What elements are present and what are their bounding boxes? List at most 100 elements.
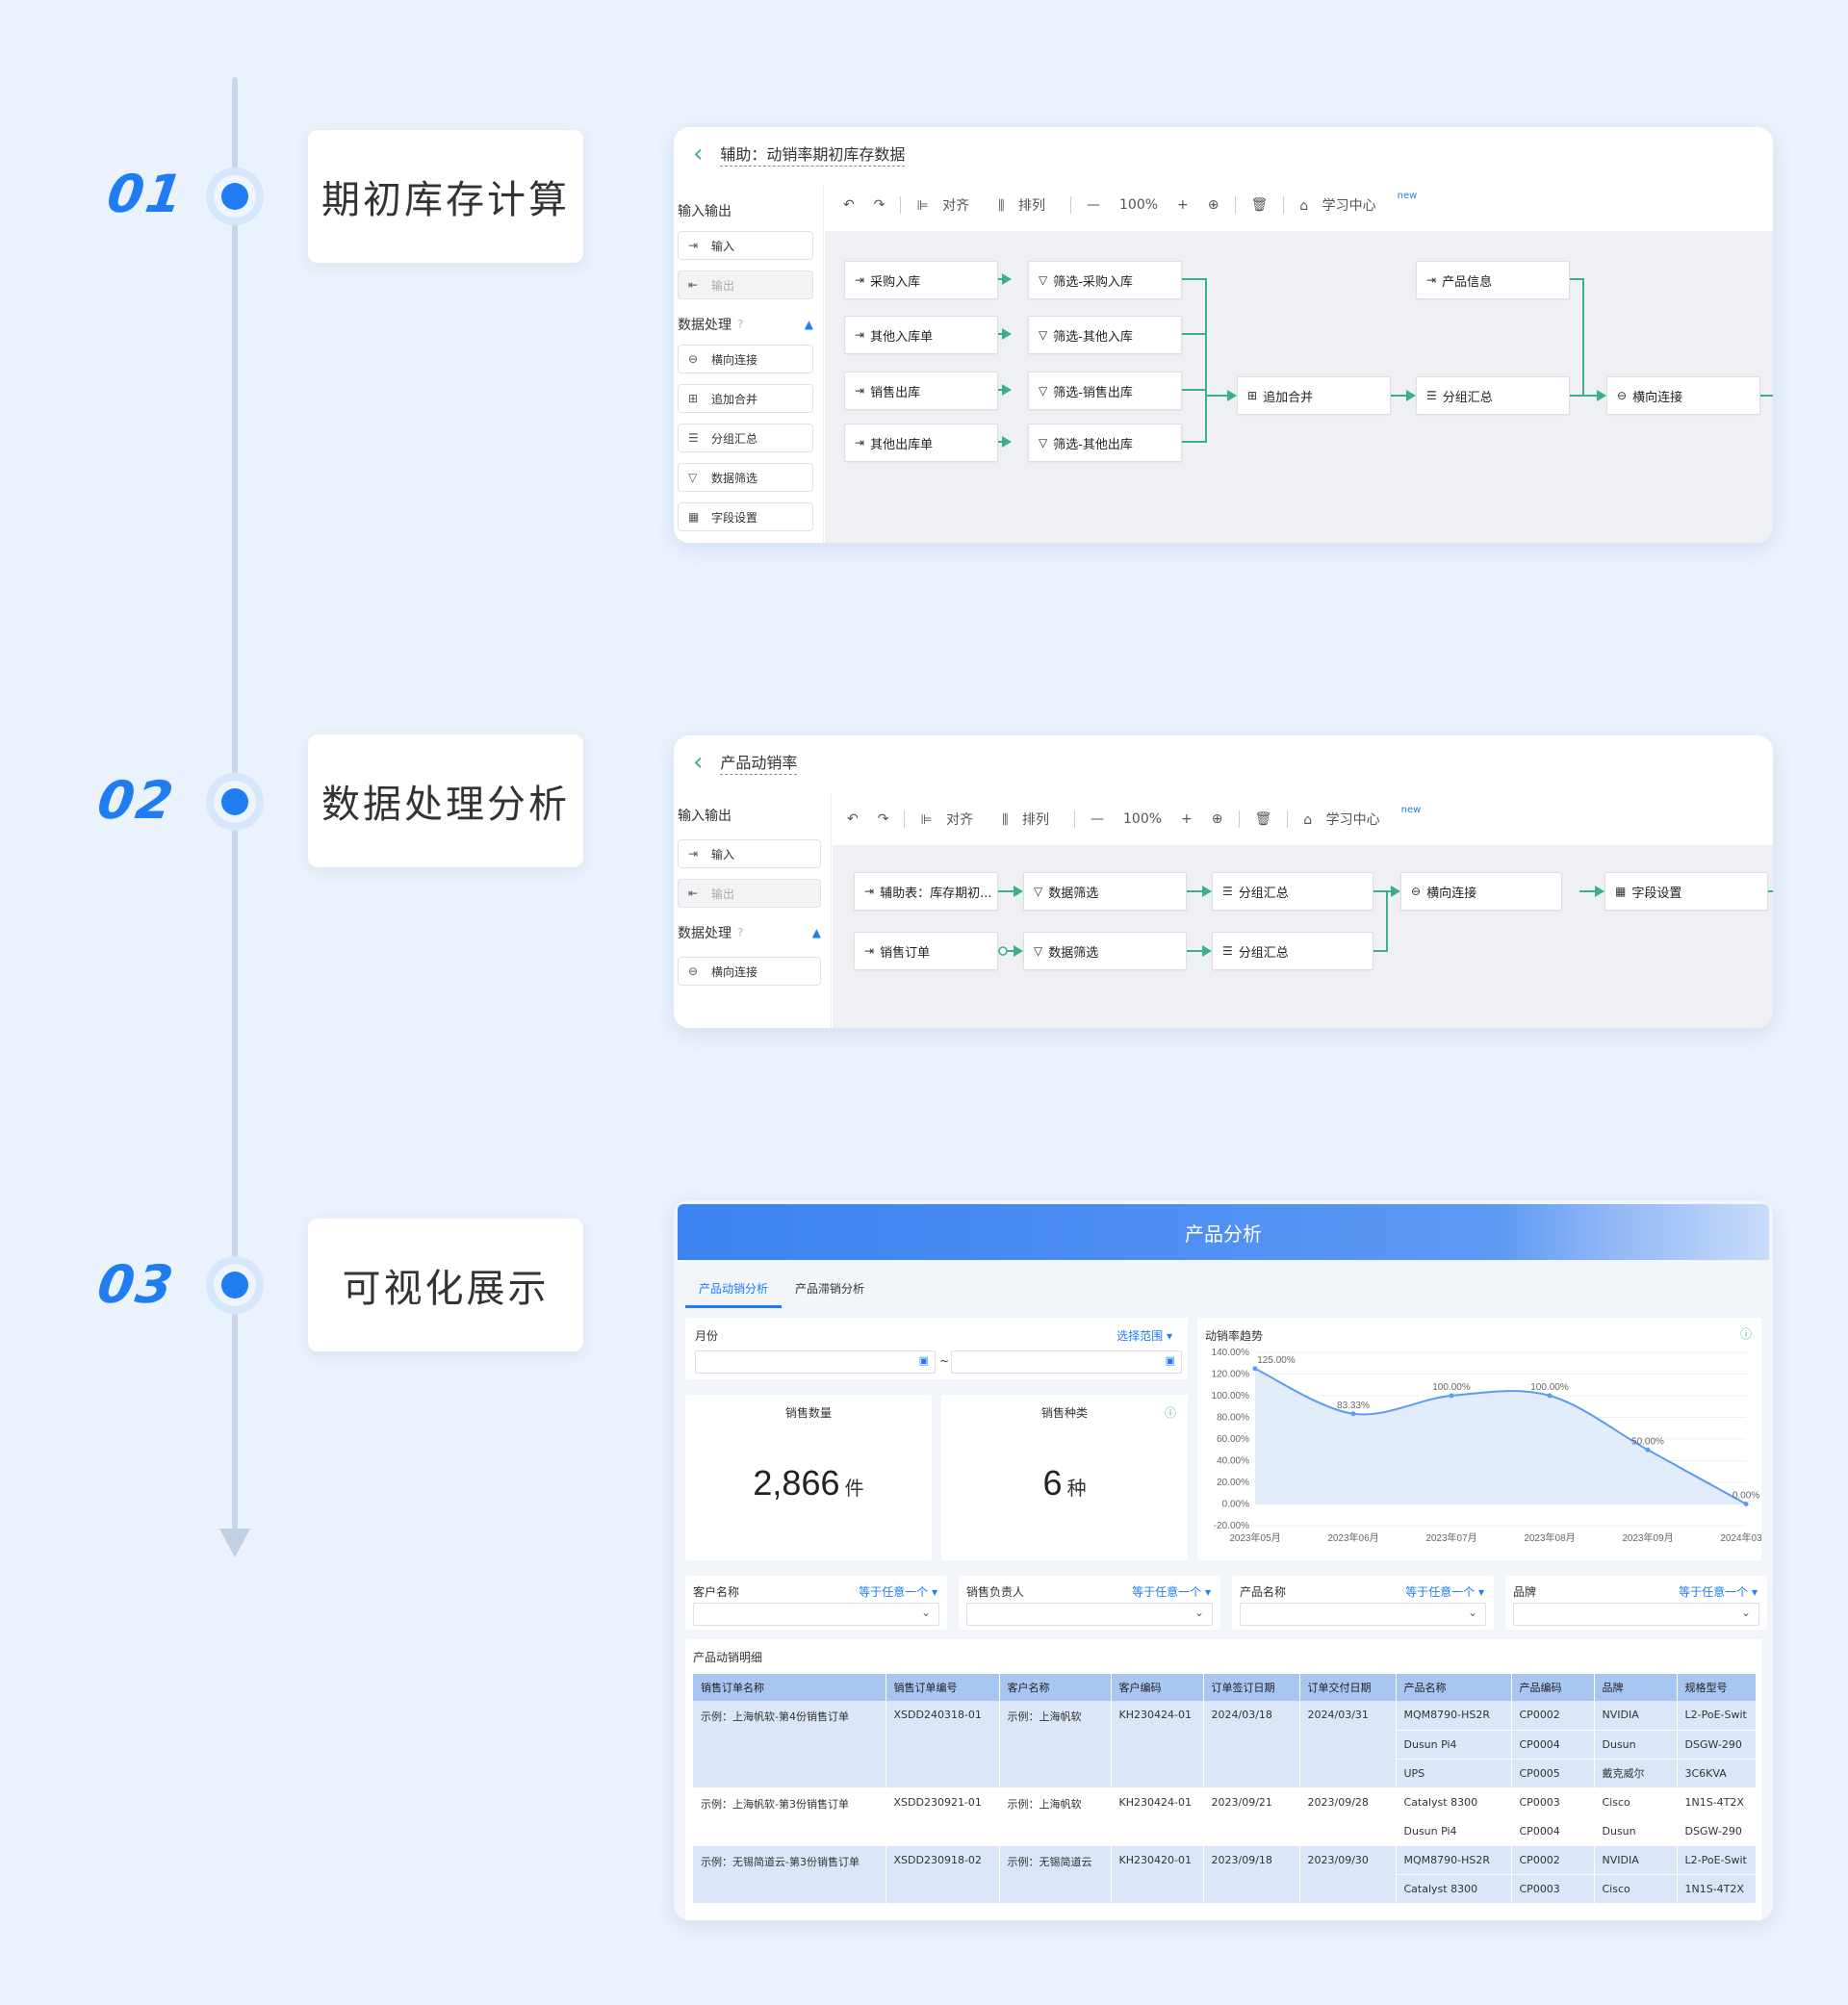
warning-icon[interactable]: ▲: [805, 318, 813, 331]
warning-icon[interactable]: ▲: [812, 926, 821, 939]
chart-title: 动销率趋势: [1205, 1329, 1264, 1343]
column-header[interactable]: 订单签订日期: [1203, 1674, 1300, 1701]
undo-icon[interactable]: ↶: [843, 197, 855, 213]
flow-node[interactable]: ⊖ 横向连接: [1606, 376, 1760, 415]
step-card-2: 数据处理分析: [308, 734, 583, 867]
filter-mode-link[interactable]: 等于任意一个 ▾: [1405, 1583, 1484, 1600]
panel-title[interactable]: 辅助：动销率期初库存数据: [720, 141, 906, 167]
input-icon: ⇥: [688, 239, 699, 252]
panel-title[interactable]: 产品动销率: [720, 750, 798, 775]
flow-node[interactable]: ⇥ 辅助表：库存期初...: [854, 872, 998, 911]
month-end-input[interactable]: ▣: [951, 1350, 1182, 1374]
append-operator[interactable]: ⊞ 追加合并: [678, 384, 813, 413]
flow-node[interactable]: ▽ 筛选-采购入库: [1028, 261, 1182, 299]
flow-node[interactable]: ▽ 筛选-其他入库: [1028, 316, 1182, 354]
table-row[interactable]: 示例：上海帆软-第4份销售订单 XSDD240318-01 示例：上海帆软 KH230…: [693, 1701, 1756, 1788]
undo-icon[interactable]: ↶: [847, 811, 859, 827]
align-button[interactable]: ⊫ 对齐: [920, 810, 983, 829]
flow-node[interactable]: ▽ 筛选-销售出库: [1028, 372, 1182, 410]
info-icon[interactable]: ⓘ: [1165, 1404, 1176, 1421]
trend-chart: 140.00% 120.00% 100.00% 80.00% 60.00% 40.00% 2…: [1212, 1348, 1761, 1544]
column-header[interactable]: 销售订单编号: [886, 1674, 1000, 1701]
delete-icon[interactable]: 🗑: [1255, 811, 1272, 827]
flow-node[interactable]: ⇥ 其他出库单: [844, 424, 998, 462]
join-operator[interactable]: ⊖ 横向连接: [678, 345, 813, 373]
locate-icon[interactable]: ⊕: [1208, 197, 1219, 213]
table-cell: 2024/03/31: [1299, 1701, 1397, 1788]
field-operator[interactable]: ▦ 字段设置: [678, 502, 813, 531]
filter-select[interactable]: ⌄: [966, 1603, 1213, 1626]
table-row[interactable]: 示例：上海帆软-第3份销售订单 XSDD230921-01 示例：上海帆软 KH230…: [693, 1787, 1756, 1846]
flow-node[interactable]: ▽ 数据筛选: [1023, 872, 1187, 911]
column-header[interactable]: 规格型号: [1677, 1674, 1756, 1701]
flow-node[interactable]: ⇥ 销售出库: [844, 372, 998, 410]
flow-node[interactable]: ▦ 字段设置: [1604, 872, 1768, 911]
learn-center-button[interactable]: ⌂ 学习中心: [1299, 195, 1385, 215]
table-title: 产品动销明细: [693, 1651, 763, 1664]
column-header[interactable]: 产品名称: [1396, 1674, 1512, 1701]
x-tick-label: 2023年09月: [1622, 1531, 1673, 1544]
column-header[interactable]: 客户名称: [999, 1674, 1112, 1701]
data-point: [1252, 1366, 1258, 1372]
column-header[interactable]: 销售订单名称: [693, 1674, 886, 1701]
input-icon: ⇥: [855, 328, 865, 342]
flow-node[interactable]: ▽ 数据筛选: [1023, 932, 1187, 970]
zoom-in-icon[interactable]: +: [1181, 811, 1193, 827]
flow-node[interactable]: ⇥ 其他入库单: [844, 316, 998, 354]
column-header[interactable]: 产品编码: [1511, 1674, 1595, 1701]
flow-node[interactable]: ⇥ 销售订单: [854, 932, 998, 970]
column-header[interactable]: 客户编码: [1111, 1674, 1204, 1701]
flow-node[interactable]: ☰ 分组汇总: [1416, 376, 1570, 415]
list-icon: ☰: [1222, 885, 1233, 898]
y-tick-label: 60.00%: [1217, 1434, 1249, 1445]
flow-node[interactable]: ⊖ 横向连接: [1400, 872, 1562, 911]
filter-operator[interactable]: ▽ 数据筛选: [678, 463, 813, 492]
month-start-input[interactable]: ▣: [695, 1350, 936, 1374]
redo-icon[interactable]: ↷: [878, 811, 889, 827]
help-icon[interactable]: ?: [737, 926, 743, 939]
filter-select[interactable]: ⌄: [1513, 1603, 1759, 1626]
table-cell: 3C6KVA: [1677, 1759, 1756, 1788]
table-cell: 示例：上海帆软: [999, 1787, 1112, 1846]
align-button[interactable]: ⊫ 对齐: [916, 195, 979, 215]
arrange-button[interactable]: ⫼ 排列: [1002, 810, 1059, 829]
flow-node[interactable]: ▽ 筛选-其他出库: [1028, 424, 1182, 462]
input-operator[interactable]: ⇥ 输入: [678, 839, 821, 868]
filter-icon: ▽: [1039, 328, 1048, 342]
filter-mode-link[interactable]: 等于任意一个 ▾: [1132, 1583, 1211, 1600]
back-chevron-icon[interactable]: ‹: [693, 750, 703, 775]
tab-sales-analysis[interactable]: 产品动销分析: [685, 1270, 783, 1308]
filter-mode-link[interactable]: 等于任意一个 ▾: [1679, 1583, 1758, 1600]
filter-select[interactable]: ⌄: [693, 1603, 939, 1626]
range-select-link[interactable]: 选择范围 ▾: [1116, 1327, 1172, 1344]
learn-center-button[interactable]: ⌂ 学习中心: [1303, 810, 1389, 829]
table-scroll[interactable]: 销售订单名称 销售订单编号 客户名称 客户编码 订单签订日期 订单交付日期 产品名称 产品编码…: [693, 1674, 1756, 1920]
table-cell: Catalyst 8300: [1396, 1787, 1512, 1817]
trend-chart-card: 动销率趋势 ⓘ 140.00% 120.00% 100.00% 80.00% 60.00…: [1197, 1318, 1761, 1560]
table-row[interactable]: 示例：无锡简道云-第3份销售订单 XSDD230918-02 示例：无锡简道云 KH2…: [693, 1845, 1756, 1904]
zoom-out-icon[interactable]: —: [1091, 811, 1104, 827]
help-icon[interactable]: ?: [737, 318, 743, 331]
zoom-in-icon[interactable]: +: [1177, 197, 1189, 213]
locate-icon[interactable]: ⊕: [1212, 811, 1223, 827]
flow-node[interactable]: ⇥ 产品信息: [1416, 261, 1570, 299]
column-header[interactable]: 订单交付日期: [1299, 1674, 1397, 1701]
flow-node[interactable]: ⊞ 追加合并: [1237, 376, 1391, 415]
kpi-label: 销售种类: [1040, 1406, 1088, 1420]
flow-node[interactable]: ☰ 分组汇总: [1212, 932, 1373, 970]
input-operator[interactable]: ⇥ 输入: [678, 231, 813, 260]
join-operator[interactable]: ⊖ 横向连接: [678, 957, 821, 986]
zoom-out-icon[interactable]: —: [1087, 197, 1100, 213]
back-chevron-icon[interactable]: ‹: [693, 141, 703, 167]
info-icon[interactable]: ⓘ: [1740, 1325, 1752, 1342]
filter-mode-link[interactable]: 等于任意一个 ▾: [859, 1583, 937, 1600]
group-operator[interactable]: ☰ 分组汇总: [678, 424, 813, 452]
tab-unsold-analysis[interactable]: 产品滞销分析: [782, 1270, 878, 1308]
arrange-button[interactable]: ⫼ 排列: [998, 195, 1055, 215]
flow-node[interactable]: ⇥ 采购入库: [844, 261, 998, 299]
flow-node[interactable]: ☰ 分组汇总: [1212, 872, 1373, 911]
filter-select[interactable]: ⌄: [1240, 1603, 1486, 1626]
delete-icon[interactable]: 🗑: [1251, 197, 1269, 213]
redo-icon[interactable]: ↷: [874, 197, 886, 213]
column-header[interactable]: 品牌: [1594, 1674, 1678, 1701]
